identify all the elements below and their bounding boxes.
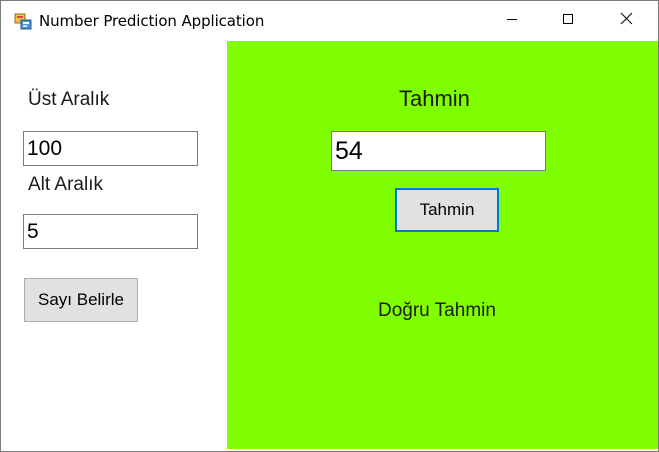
maximize-icon (562, 12, 574, 30)
title-bar[interactable]: Number Prediction Application (1, 1, 658, 41)
app-window: Number Prediction Application Üst Aralık (0, 0, 659, 452)
upper-range-input[interactable] (23, 131, 198, 166)
close-icon (620, 12, 633, 30)
window-title: Number Prediction Application (39, 12, 265, 30)
close-button[interactable] (597, 1, 655, 41)
app-icon (14, 12, 32, 30)
lower-range-label: Alt Aralık (28, 174, 103, 195)
guess-panel: Tahmin Tahmin Doğru Tahmin (227, 41, 658, 449)
lower-range-input[interactable] (23, 214, 198, 249)
maximize-button[interactable] (539, 1, 597, 41)
set-number-button[interactable]: Sayı Belirle (24, 278, 138, 322)
upper-range-label: Üst Aralık (28, 89, 110, 110)
client-area: Üst Aralık Alt Aralık Sayı Belirle Tahmi… (2, 41, 658, 451)
minimize-icon (506, 12, 518, 30)
guess-input[interactable] (331, 131, 546, 171)
minimize-button[interactable] (483, 1, 541, 41)
result-label: Doğru Tahmin (378, 300, 496, 321)
range-panel: Üst Aralık Alt Aralık Sayı Belirle (2, 41, 227, 449)
guess-button[interactable]: Tahmin (395, 188, 499, 232)
guess-title: Tahmin (399, 86, 470, 111)
